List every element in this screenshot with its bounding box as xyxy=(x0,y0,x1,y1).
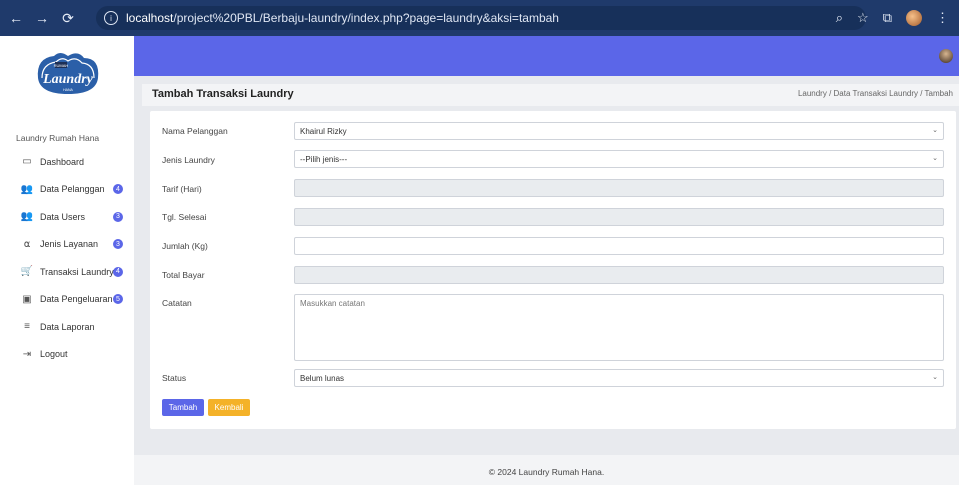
tgl-selesai-field xyxy=(294,208,944,226)
catatan-placeholder: Masukkan catatan xyxy=(300,299,365,308)
jumlah-label: Jumlah (Kg) xyxy=(162,241,208,251)
total-bayar-label: Total Bayar xyxy=(162,270,205,280)
sidebar-item-transaksi-laundry[interactable]: 🛒 Transaksi Laundry 4 xyxy=(0,258,134,286)
kembali-button[interactable]: Kembali xyxy=(208,399,250,416)
users-icon: 👥 xyxy=(20,183,34,195)
status-label: Status xyxy=(162,373,187,383)
jenis-laundry-value: --Pilih jenis--- xyxy=(300,154,348,164)
back-arrow-icon[interactable]: ← xyxy=(6,8,26,28)
nama-pelanggan-select[interactable]: Khairul Rizky ⌄ xyxy=(294,122,944,140)
sidebar-item-label: Jenis Layanan xyxy=(40,239,99,250)
extensions-icon[interactable]: ⧉ xyxy=(883,10,892,26)
sidebar-item-data-pelanggan[interactable]: 👥 Data Pelanggan 4 xyxy=(0,176,134,204)
jenis-laundry-label: Jenis Laundry xyxy=(162,155,215,165)
footer-text: © 2024 Laundry Rumah Hana. xyxy=(488,467,605,477)
site-info-icon[interactable]: i xyxy=(104,11,118,25)
status-value: Belum lunas xyxy=(300,373,345,383)
jumlah-input[interactable] xyxy=(294,237,944,255)
jenis-laundry-select[interactable]: --Pilih jenis--- ⌄ xyxy=(294,150,944,168)
forward-arrow-icon[interactable]: → xyxy=(32,8,52,28)
users-icon: 👥 xyxy=(20,211,34,223)
svg-text:HANA: HANA xyxy=(63,88,73,92)
wallet-icon: ▣ xyxy=(22,293,32,305)
tgl-selesai-label: Tgl. Selesai xyxy=(162,212,207,222)
sidebar-item-label: Transaksi Laundry xyxy=(40,266,114,277)
chevron-down-icon: ⌄ xyxy=(932,374,938,381)
sidebar-item-label: Data Pelanggan xyxy=(40,184,105,195)
user-avatar[interactable] xyxy=(939,49,953,63)
sidebar-item-label: Dashboard xyxy=(40,156,85,167)
sidebar-item-data-users[interactable]: 👥 Data Users 3 xyxy=(0,203,134,231)
sidebar-item-data-laporan[interactable]: ≡ Data Laporan xyxy=(0,313,134,341)
topbar xyxy=(134,36,959,76)
sidebar-menu: ▭ Dashboard 👥 Data Pelanggan 4 👥 Data Us… xyxy=(0,148,134,368)
page-title: Tambah Transaksi Laundry xyxy=(152,88,294,100)
footer: © 2024 Laundry Rumah Hana. xyxy=(134,455,959,485)
count-badge: 5 xyxy=(113,294,123,305)
count-badge: 4 xyxy=(113,266,123,277)
chevron-down-icon: ⌄ xyxy=(932,155,938,162)
sidebar-item-label: Data Users xyxy=(40,211,86,222)
count-badge: 3 xyxy=(113,239,123,250)
tarif-label: Tarif (Hari) xyxy=(162,184,202,194)
sidebar-item-logout[interactable]: ⇥ Logout xyxy=(0,341,134,369)
catatan-label: Catatan xyxy=(162,298,192,308)
sidebar-item-dashboard[interactable]: ▭ Dashboard xyxy=(0,148,134,176)
count-badge: 4 xyxy=(113,184,123,195)
total-bayar-field xyxy=(294,266,944,284)
url-text: localhost/project%20PBL/Berbaju-laundry/… xyxy=(126,11,559,25)
sidebar: RUMAH Laundry HANA Laundry Rumah Hana ▭ … xyxy=(0,36,134,485)
sidebar-item-label: Data Laporan xyxy=(40,321,95,332)
svg-text:RUMAH: RUMAH xyxy=(54,63,69,68)
laundry-logo[interactable]: RUMAH Laundry HANA xyxy=(30,48,106,100)
tambah-button[interactable]: Tambah xyxy=(162,399,204,416)
profile-avatar[interactable] xyxy=(906,10,922,26)
monitor-icon: ▭ xyxy=(22,156,32,168)
form-card: Nama Pelanggan Khairul Rizky ⌄ Jenis Lau… xyxy=(150,111,956,429)
nama-pelanggan-label: Nama Pelanggan xyxy=(162,126,228,136)
count-badge: 3 xyxy=(113,211,123,222)
sidebar-item-jenis-layanan[interactable]: ⍺ Jenis Layanan 3 xyxy=(0,231,134,259)
reload-icon[interactable]: ⟳ xyxy=(58,8,78,28)
sidebar-item-label: Data Pengeluaran xyxy=(40,294,113,305)
sidebar-item-label: Logout xyxy=(40,349,68,360)
service-icon: ⍺ xyxy=(23,238,31,250)
chevron-down-icon: ⌄ xyxy=(932,127,938,134)
list-icon: ≡ xyxy=(24,321,30,333)
page-header: Tambah Transaksi Laundry Laundry / Data … xyxy=(142,84,959,106)
cart-icon: 🛒 xyxy=(20,266,34,278)
nama-pelanggan-value: Khairul Rizky xyxy=(300,126,347,136)
address-bar[interactable]: i localhost/project%20PBL/Berbaju-laundr… xyxy=(96,6,866,30)
breadcrumb[interactable]: Laundry / Data Transaksi Laundry / Tamba… xyxy=(798,89,953,98)
catatan-textarea[interactable]: Masukkan catatan xyxy=(294,294,944,361)
tarif-field xyxy=(294,179,944,197)
sidebar-title: Laundry Rumah Hana xyxy=(16,133,100,143)
menu-dots-icon[interactable]: ⋮ xyxy=(936,10,949,26)
browser-toolbar: ← → ⟳ i localhost/project%20PBL/Berbaju-… xyxy=(0,0,959,36)
sidebar-item-data-pengeluaran[interactable]: ▣ Data Pengeluaran 5 xyxy=(0,286,134,314)
svg-text:Laundry: Laundry xyxy=(42,72,94,87)
zoom-icon[interactable]: ⌕ xyxy=(836,10,843,26)
logout-icon: ⇥ xyxy=(22,348,32,360)
status-select[interactable]: Belum lunas ⌄ xyxy=(294,369,944,387)
bookmark-star-icon[interactable]: ☆ xyxy=(857,10,869,26)
